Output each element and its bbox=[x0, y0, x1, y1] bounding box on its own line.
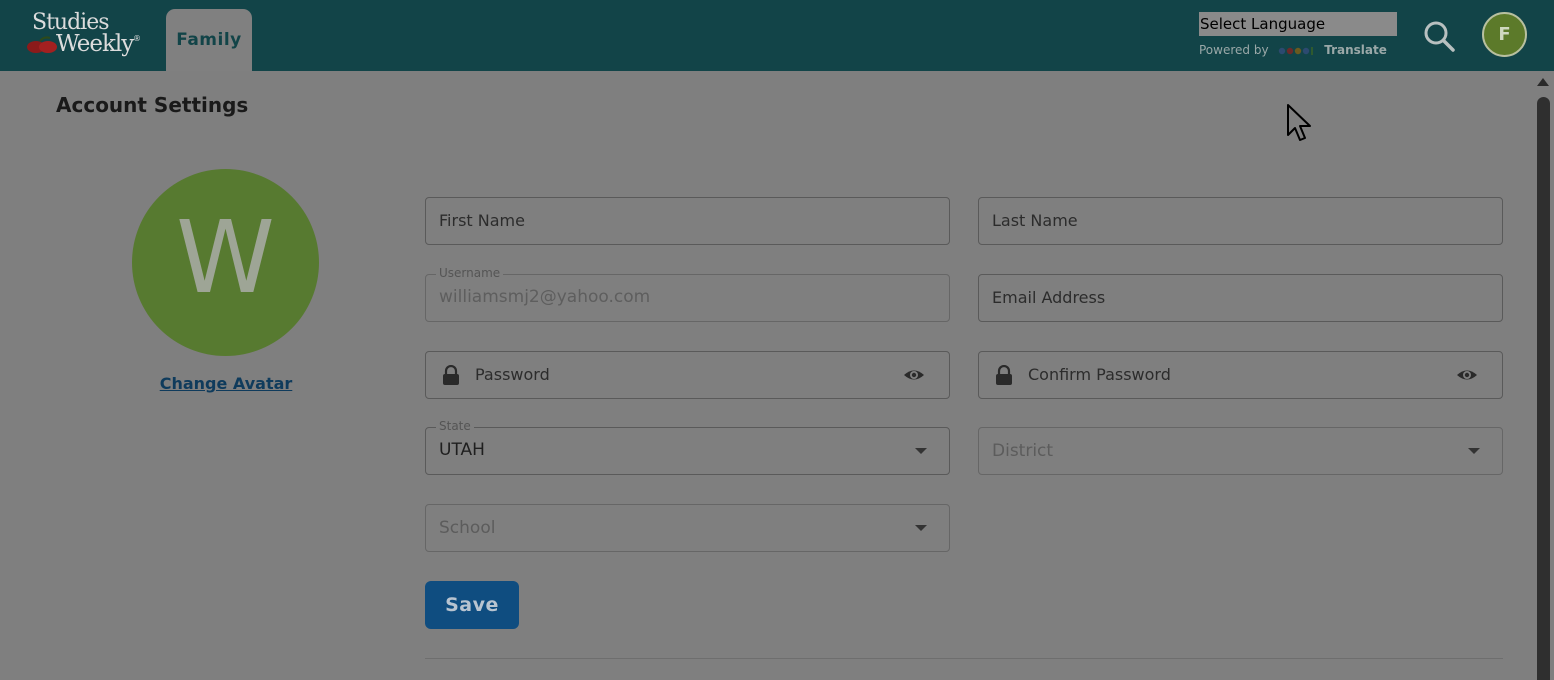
top-header: Studies Weekly ® Family Select Language … bbox=[0, 0, 1554, 71]
first-name-placeholder: First Name bbox=[439, 211, 525, 230]
last-name-placeholder: Last Name bbox=[992, 211, 1078, 230]
email-field[interactable]: Email Address bbox=[978, 274, 1503, 322]
apple-icon bbox=[27, 36, 57, 53]
email-placeholder: Email Address bbox=[992, 288, 1106, 307]
chevron-down-icon bbox=[1468, 448, 1480, 454]
change-avatar-link[interactable]: Change Avatar bbox=[130, 374, 322, 393]
last-name-field[interactable]: Last Name bbox=[978, 197, 1503, 245]
confirm-password-field[interactable]: Confirm Password bbox=[978, 351, 1503, 399]
save-button[interactable]: Save bbox=[425, 581, 519, 629]
powered-by-google-translate[interactable]: Powered by Translate bbox=[1199, 43, 1387, 57]
first-name-field[interactable]: First Name bbox=[425, 197, 950, 245]
eye-icon[interactable] bbox=[1456, 366, 1478, 384]
state-select[interactable]: State UTAH bbox=[425, 419, 950, 475]
logo-registered-mark: ® bbox=[133, 34, 141, 43]
scrollbar-thumb[interactable] bbox=[1537, 97, 1550, 680]
section-divider bbox=[425, 658, 1503, 659]
studies-weekly-logo[interactable]: Studies Weekly ® bbox=[26, 10, 141, 62]
tab-family[interactable]: Family bbox=[166, 9, 252, 71]
profile-avatar: W bbox=[132, 169, 319, 356]
scroll-up-arrow[interactable] bbox=[1537, 78, 1549, 86]
school-select[interactable]: School bbox=[425, 504, 950, 552]
search-button[interactable] bbox=[1422, 19, 1456, 53]
district-select[interactable]: District bbox=[978, 427, 1503, 475]
translate-text: Translate bbox=[1324, 43, 1387, 57]
school-placeholder: School bbox=[439, 518, 496, 538]
tab-family-label: Family bbox=[176, 30, 242, 50]
mouse-cursor-icon bbox=[1287, 104, 1311, 141]
username-value: williamsmj2@yahoo.com bbox=[439, 287, 651, 307]
username-field: Username williamsmj2@yahoo.com bbox=[425, 266, 950, 322]
avatar-letter: W bbox=[176, 199, 275, 316]
district-placeholder: District bbox=[992, 441, 1054, 461]
username-label: Username bbox=[436, 266, 504, 280]
chevron-down-icon bbox=[915, 448, 927, 454]
lock-icon bbox=[996, 365, 1012, 385]
user-avatar[interactable]: F bbox=[1482, 12, 1527, 57]
logo-text-weekly: Weekly bbox=[56, 31, 134, 57]
state-value: UTAH bbox=[439, 440, 485, 460]
password-field[interactable]: Password bbox=[425, 351, 950, 399]
eye-icon[interactable] bbox=[903, 366, 925, 384]
language-select[interactable]: Select Language bbox=[1199, 12, 1397, 36]
state-label: State bbox=[436, 419, 474, 433]
chevron-down-icon bbox=[915, 525, 927, 531]
lock-icon bbox=[443, 365, 459, 385]
password-placeholder: Password bbox=[475, 365, 550, 384]
google-logo-icon bbox=[1279, 46, 1314, 55]
search-icon bbox=[1424, 21, 1455, 52]
powered-by-text: Powered by bbox=[1199, 43, 1269, 57]
page-title: Account Settings bbox=[56, 93, 249, 117]
confirm-password-placeholder: Confirm Password bbox=[1028, 365, 1171, 384]
